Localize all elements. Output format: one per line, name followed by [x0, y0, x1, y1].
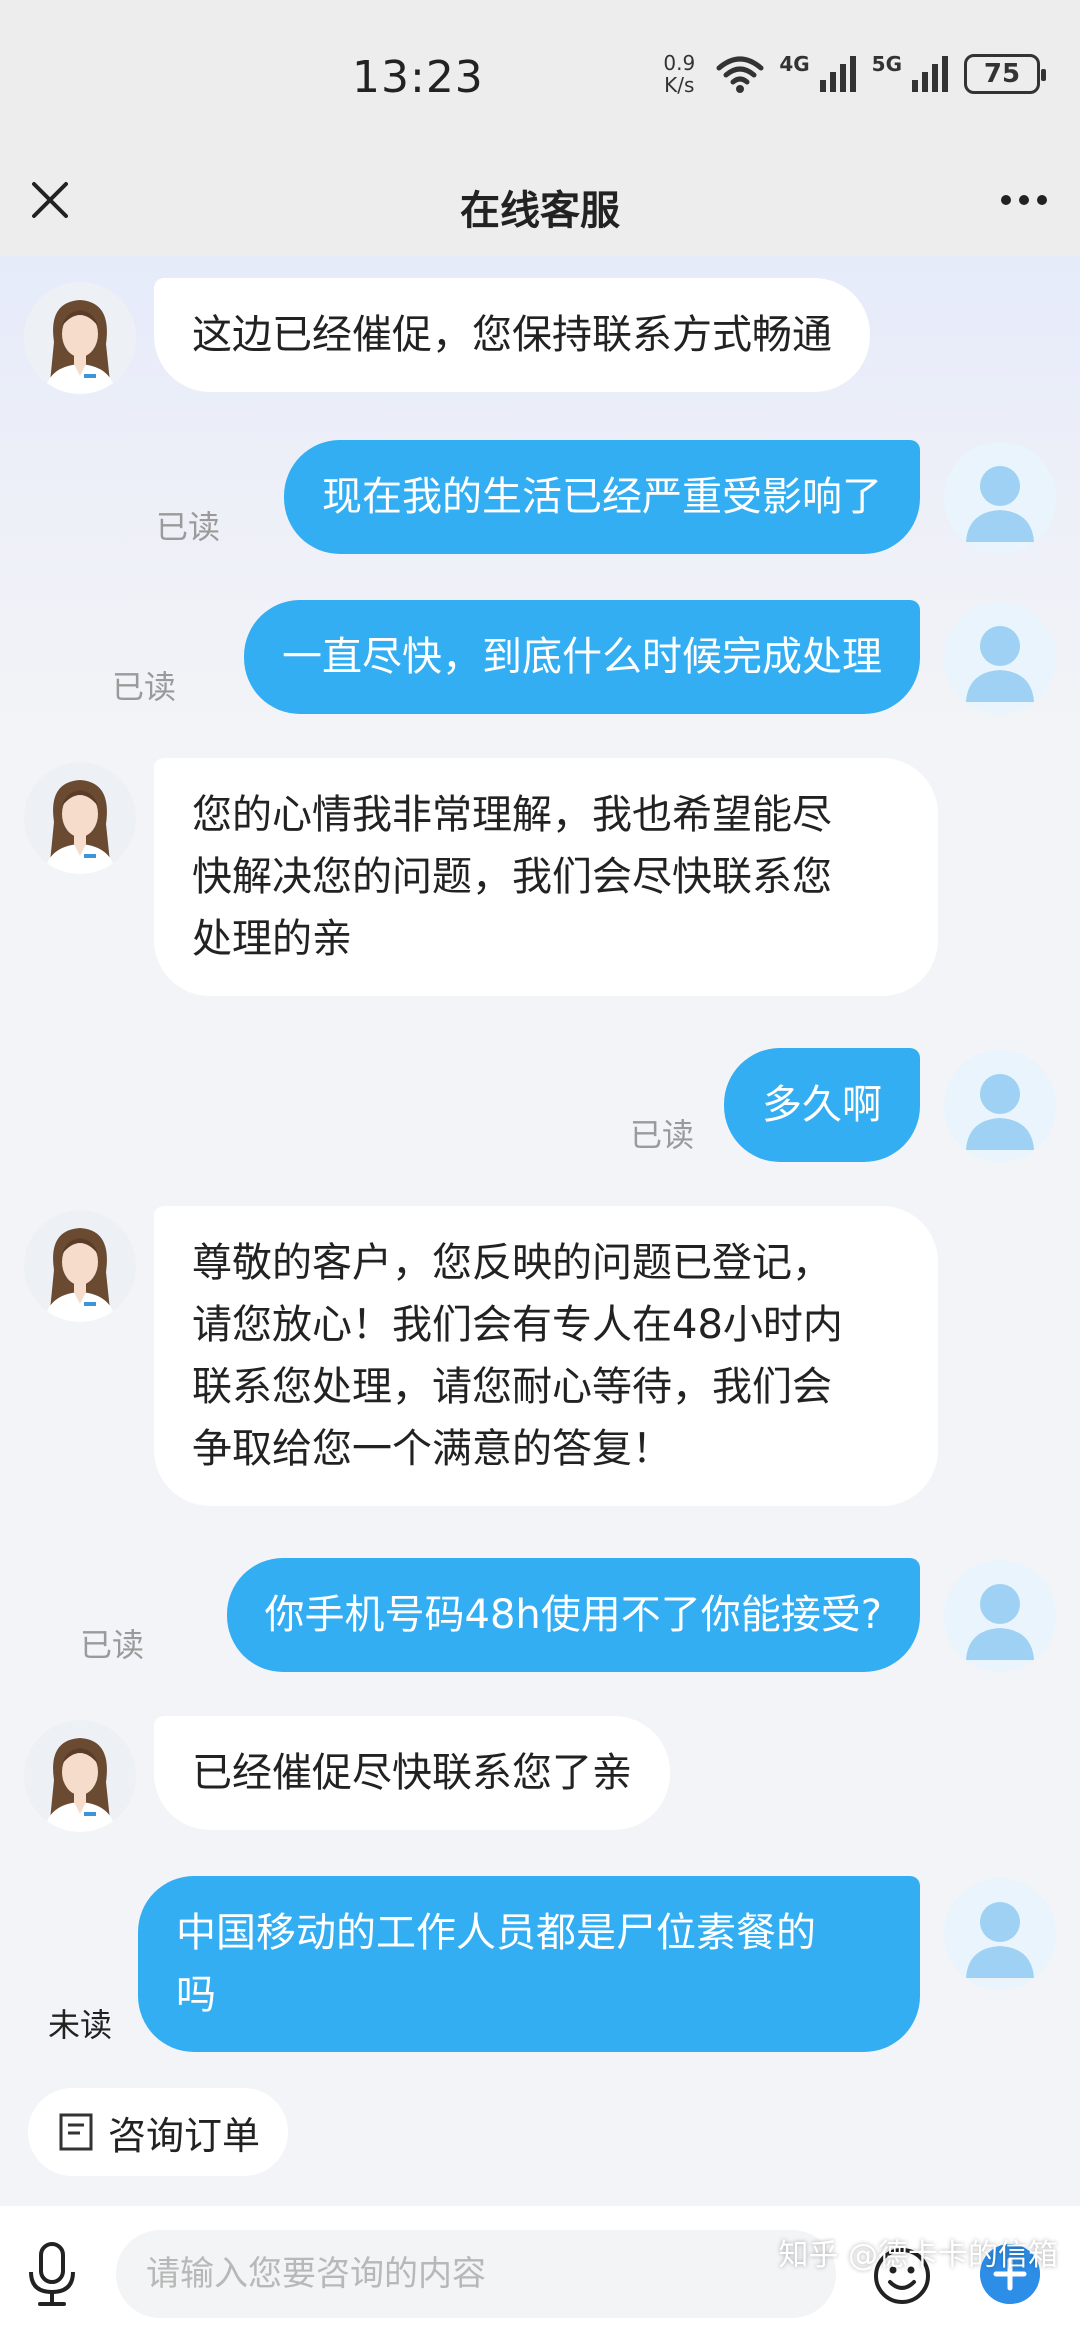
message-line: 尊敬的客户，您反映的问题已登记， — [192, 1240, 832, 1286]
message-input-placeholder: 请输入您要咨询的内容 — [146, 2254, 486, 2294]
more-icon[interactable] — [998, 188, 1050, 212]
user-message-bubble: 多久啊 — [724, 1048, 920, 1162]
page-title: 在线客服 — [460, 188, 620, 234]
signal-1-label: 4G — [779, 52, 810, 76]
message-text: 一直尽快，到底什么时候完成处理 — [282, 634, 882, 680]
title-bar: 在线客服 — [0, 160, 1080, 256]
unread-status: 未读 — [48, 2006, 113, 2044]
message-line: 联系您处理，请您耐心等待，我们会 — [192, 1364, 832, 1410]
status-bar: 13:23 0.9 K/s 4G 5G 75 — [0, 0, 1080, 160]
message-text: 现在我的生活已经严重受影响了 — [322, 474, 882, 520]
message-text: 你手机号码48h使用不了你能接受? — [264, 1592, 882, 1638]
network-speed-unit: K/s — [664, 73, 695, 97]
signal-icon — [912, 56, 948, 92]
message-line: 您的心情我非常理解，我也希望能尽 — [192, 792, 832, 838]
user-avatar[interactable] — [944, 442, 1056, 554]
read-status: 已读 — [630, 1116, 695, 1154]
user-message-bubble: 现在我的生活已经严重受影响了 — [284, 440, 920, 554]
consult-order-button[interactable]: 咨询订单 — [28, 2088, 288, 2176]
message-line: 请您放心！我们会有专人在48小时内 — [192, 1302, 843, 1348]
status-icons: 0.9 K/s 4G 5G 75 — [657, 52, 1046, 96]
message-input[interactable]: 请输入您要咨询的内容 — [116, 2230, 836, 2318]
signal-icon — [819, 56, 856, 92]
message-line: 处理的亲 — [192, 916, 352, 962]
user-message-bubble: 中国移动的工作人员都是尸位素餐的 吗 — [138, 1876, 920, 2052]
network-speed: 0.9 K/s — [657, 52, 701, 96]
user-avatar[interactable] — [944, 1878, 1056, 1990]
read-status: 已读 — [156, 508, 221, 546]
message-line: 争取给您一个满意的答复！ — [192, 1426, 672, 1472]
document-icon — [59, 2113, 93, 2151]
network-speed-value: 0.9 — [663, 51, 696, 75]
agent-message-bubble: 这边已经催促，您保持联系方式畅通 — [154, 278, 870, 392]
agent-message-bubble: 尊敬的客户，您反映的问题已登记， 请您放心！我们会有专人在48小时内 联系您处理… — [154, 1206, 938, 1506]
microphone-icon[interactable] — [24, 2242, 80, 2306]
agent-avatar[interactable] — [24, 282, 136, 394]
consult-order-label: 咨询订单 — [108, 2113, 261, 2158]
agent-avatar[interactable] — [24, 1210, 136, 1322]
status-time: 13:23 — [352, 52, 484, 103]
user-avatar[interactable] — [944, 602, 1056, 714]
battery-indicator: 75 — [964, 54, 1046, 94]
watermark: 知乎 @德卡卡的信箱 — [778, 2238, 1058, 2273]
signal-2-label: 5G — [871, 52, 902, 76]
read-status: 已读 — [80, 1626, 145, 1664]
message-text: 已经催促尽快联系您了亲 — [192, 1750, 632, 1796]
message-line: 中国移动的工作人员都是尸位素餐的 — [176, 1910, 816, 1956]
agent-message-bubble: 您的心情我非常理解，我也希望能尽 快解决您的问题，我们会尽快联系您 处理的亲 — [154, 758, 938, 996]
message-text: 这边已经催促，您保持联系方式畅通 — [192, 312, 832, 358]
message-line: 吗 — [176, 1972, 216, 2018]
user-message-bubble: 你手机号码48h使用不了你能接受? — [226, 1558, 920, 1672]
read-status: 已读 — [112, 668, 177, 706]
agent-avatar[interactable] — [24, 762, 136, 874]
user-message-bubble: 一直尽快，到底什么时候完成处理 — [244, 600, 920, 714]
user-avatar[interactable] — [944, 1560, 1056, 1672]
wifi-icon — [716, 56, 764, 93]
agent-avatar[interactable] — [24, 1720, 136, 1832]
user-avatar[interactable] — [944, 1050, 1056, 1162]
message-line: 快解决您的问题，我们会尽快联系您 — [192, 854, 832, 900]
agent-message-bubble: 已经催促尽快联系您了亲 — [154, 1716, 670, 1830]
message-text: 多久啊 — [762, 1082, 882, 1128]
